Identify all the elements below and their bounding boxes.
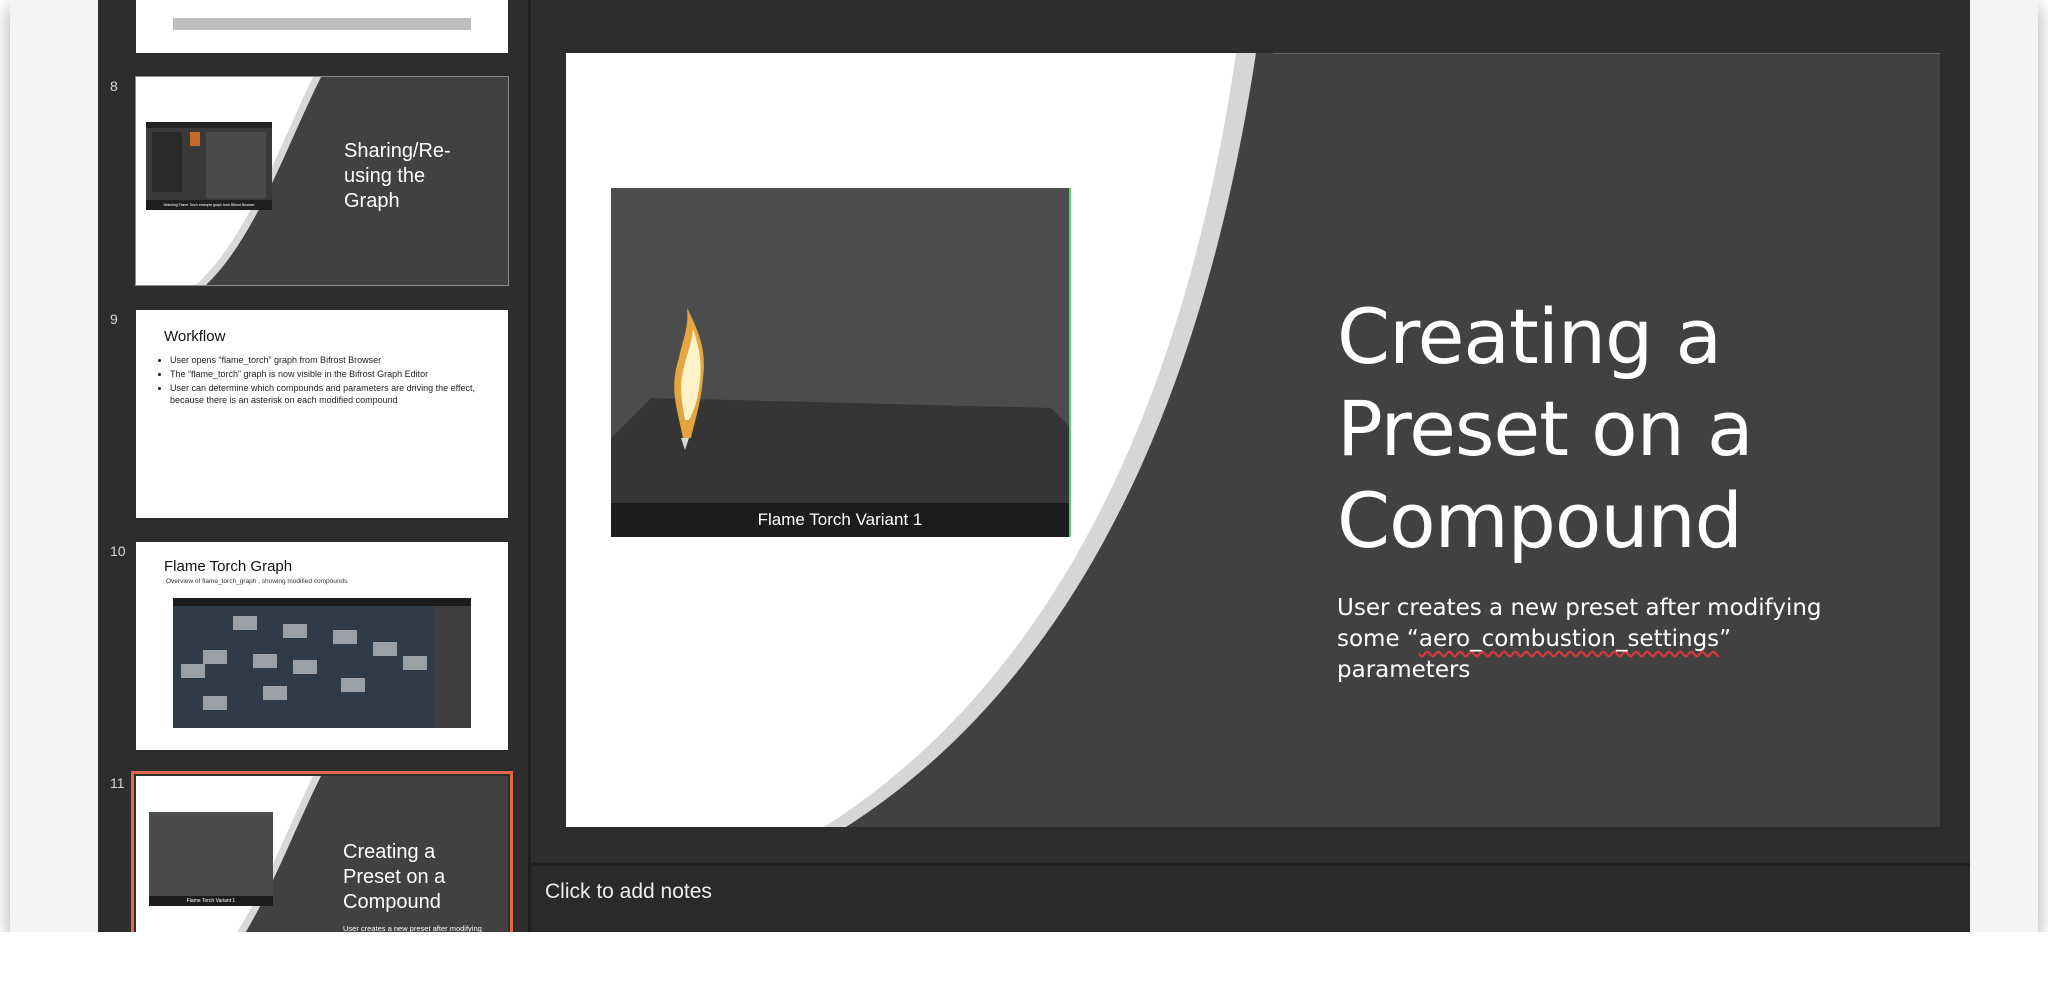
slide-thumbnails-pane[interactable]: 8 Selecting Flame Torch example graph fr… bbox=[98, 0, 530, 932]
thumb-subtitle: User creates a new preset after modifyin… bbox=[343, 924, 482, 932]
thumb-title: Workflow bbox=[164, 328, 226, 345]
thumb-subtitle: Overview of flame_torch_graph , showing … bbox=[166, 578, 348, 585]
thumb-screenshot: Selecting Flame Torch example graph from… bbox=[146, 122, 272, 210]
thumb-bullet-list: User opens “flame_torch” graph from Bifr… bbox=[156, 354, 490, 408]
screenshot-frame: 8 Selecting Flame Torch example graph fr… bbox=[10, 0, 2038, 932]
thumb-title: Flame Torch Graph bbox=[164, 558, 293, 575]
video-placeholder[interactable]: Flame Torch Variant 1 bbox=[611, 188, 1071, 537]
slide-thumbnail-7[interactable] bbox=[136, 0, 508, 53]
video-caption: Flame Torch Variant 1 bbox=[611, 503, 1069, 537]
thumb-video: Flame Torch Variant 1 bbox=[149, 812, 273, 906]
video-frame-scene bbox=[611, 188, 1069, 537]
thumb-caption: Flame Torch Variant 1 bbox=[186, 898, 236, 904]
page-margin bbox=[0, 932, 2048, 985]
thumb-bullet: The “flame_torch” graph is now visible i… bbox=[170, 368, 490, 380]
slide-editor: Flame Torch Variant 1 Creating a Preset … bbox=[531, 0, 1970, 932]
slide-thumbnail-8[interactable]: Selecting Flame Torch example graph from… bbox=[135, 76, 509, 286]
slide-thumbnail-10[interactable]: Flame Torch Graph Overview of flame_torc… bbox=[136, 542, 508, 750]
current-slide-canvas[interactable]: Flame Torch Variant 1 Creating a Preset … bbox=[566, 53, 1940, 827]
thumb-bullet: User opens “flame_torch” graph from Bifr… bbox=[170, 354, 490, 366]
thumb-graph-screenshot bbox=[173, 598, 471, 728]
thumb-title: Creating a Preset on a Compound bbox=[343, 841, 446, 913]
slide-thumbnail-11[interactable]: Flame Torch Variant 1 Creating a Preset … bbox=[131, 771, 513, 932]
notes-placeholder[interactable]: Click to add notes bbox=[545, 880, 712, 904]
thumb-bullet: User can determine which compounds and p… bbox=[170, 382, 490, 406]
spellcheck-marked-word: aero_combustion_settings bbox=[1418, 626, 1720, 652]
thumb-title: Sharing/Re-using the Graph bbox=[344, 140, 451, 212]
slide-title[interactable]: Creating a Preset on a Compound bbox=[1337, 291, 1897, 567]
thumb-image-placeholder bbox=[173, 18, 471, 30]
slide-divider-line bbox=[1273, 53, 1940, 54]
slide-thumbnail-9[interactable]: Workflow User opens “flame_torch” graph … bbox=[136, 310, 508, 518]
thumb-caption: Selecting Flame Torch example graph from… bbox=[163, 203, 255, 207]
slide-subtitle[interactable]: User creates a new preset after modifyin… bbox=[1337, 593, 1857, 686]
notes-pane[interactable]: Click to add notes bbox=[531, 866, 1970, 932]
presentation-app: 8 Selecting Flame Torch example graph fr… bbox=[98, 0, 1970, 932]
